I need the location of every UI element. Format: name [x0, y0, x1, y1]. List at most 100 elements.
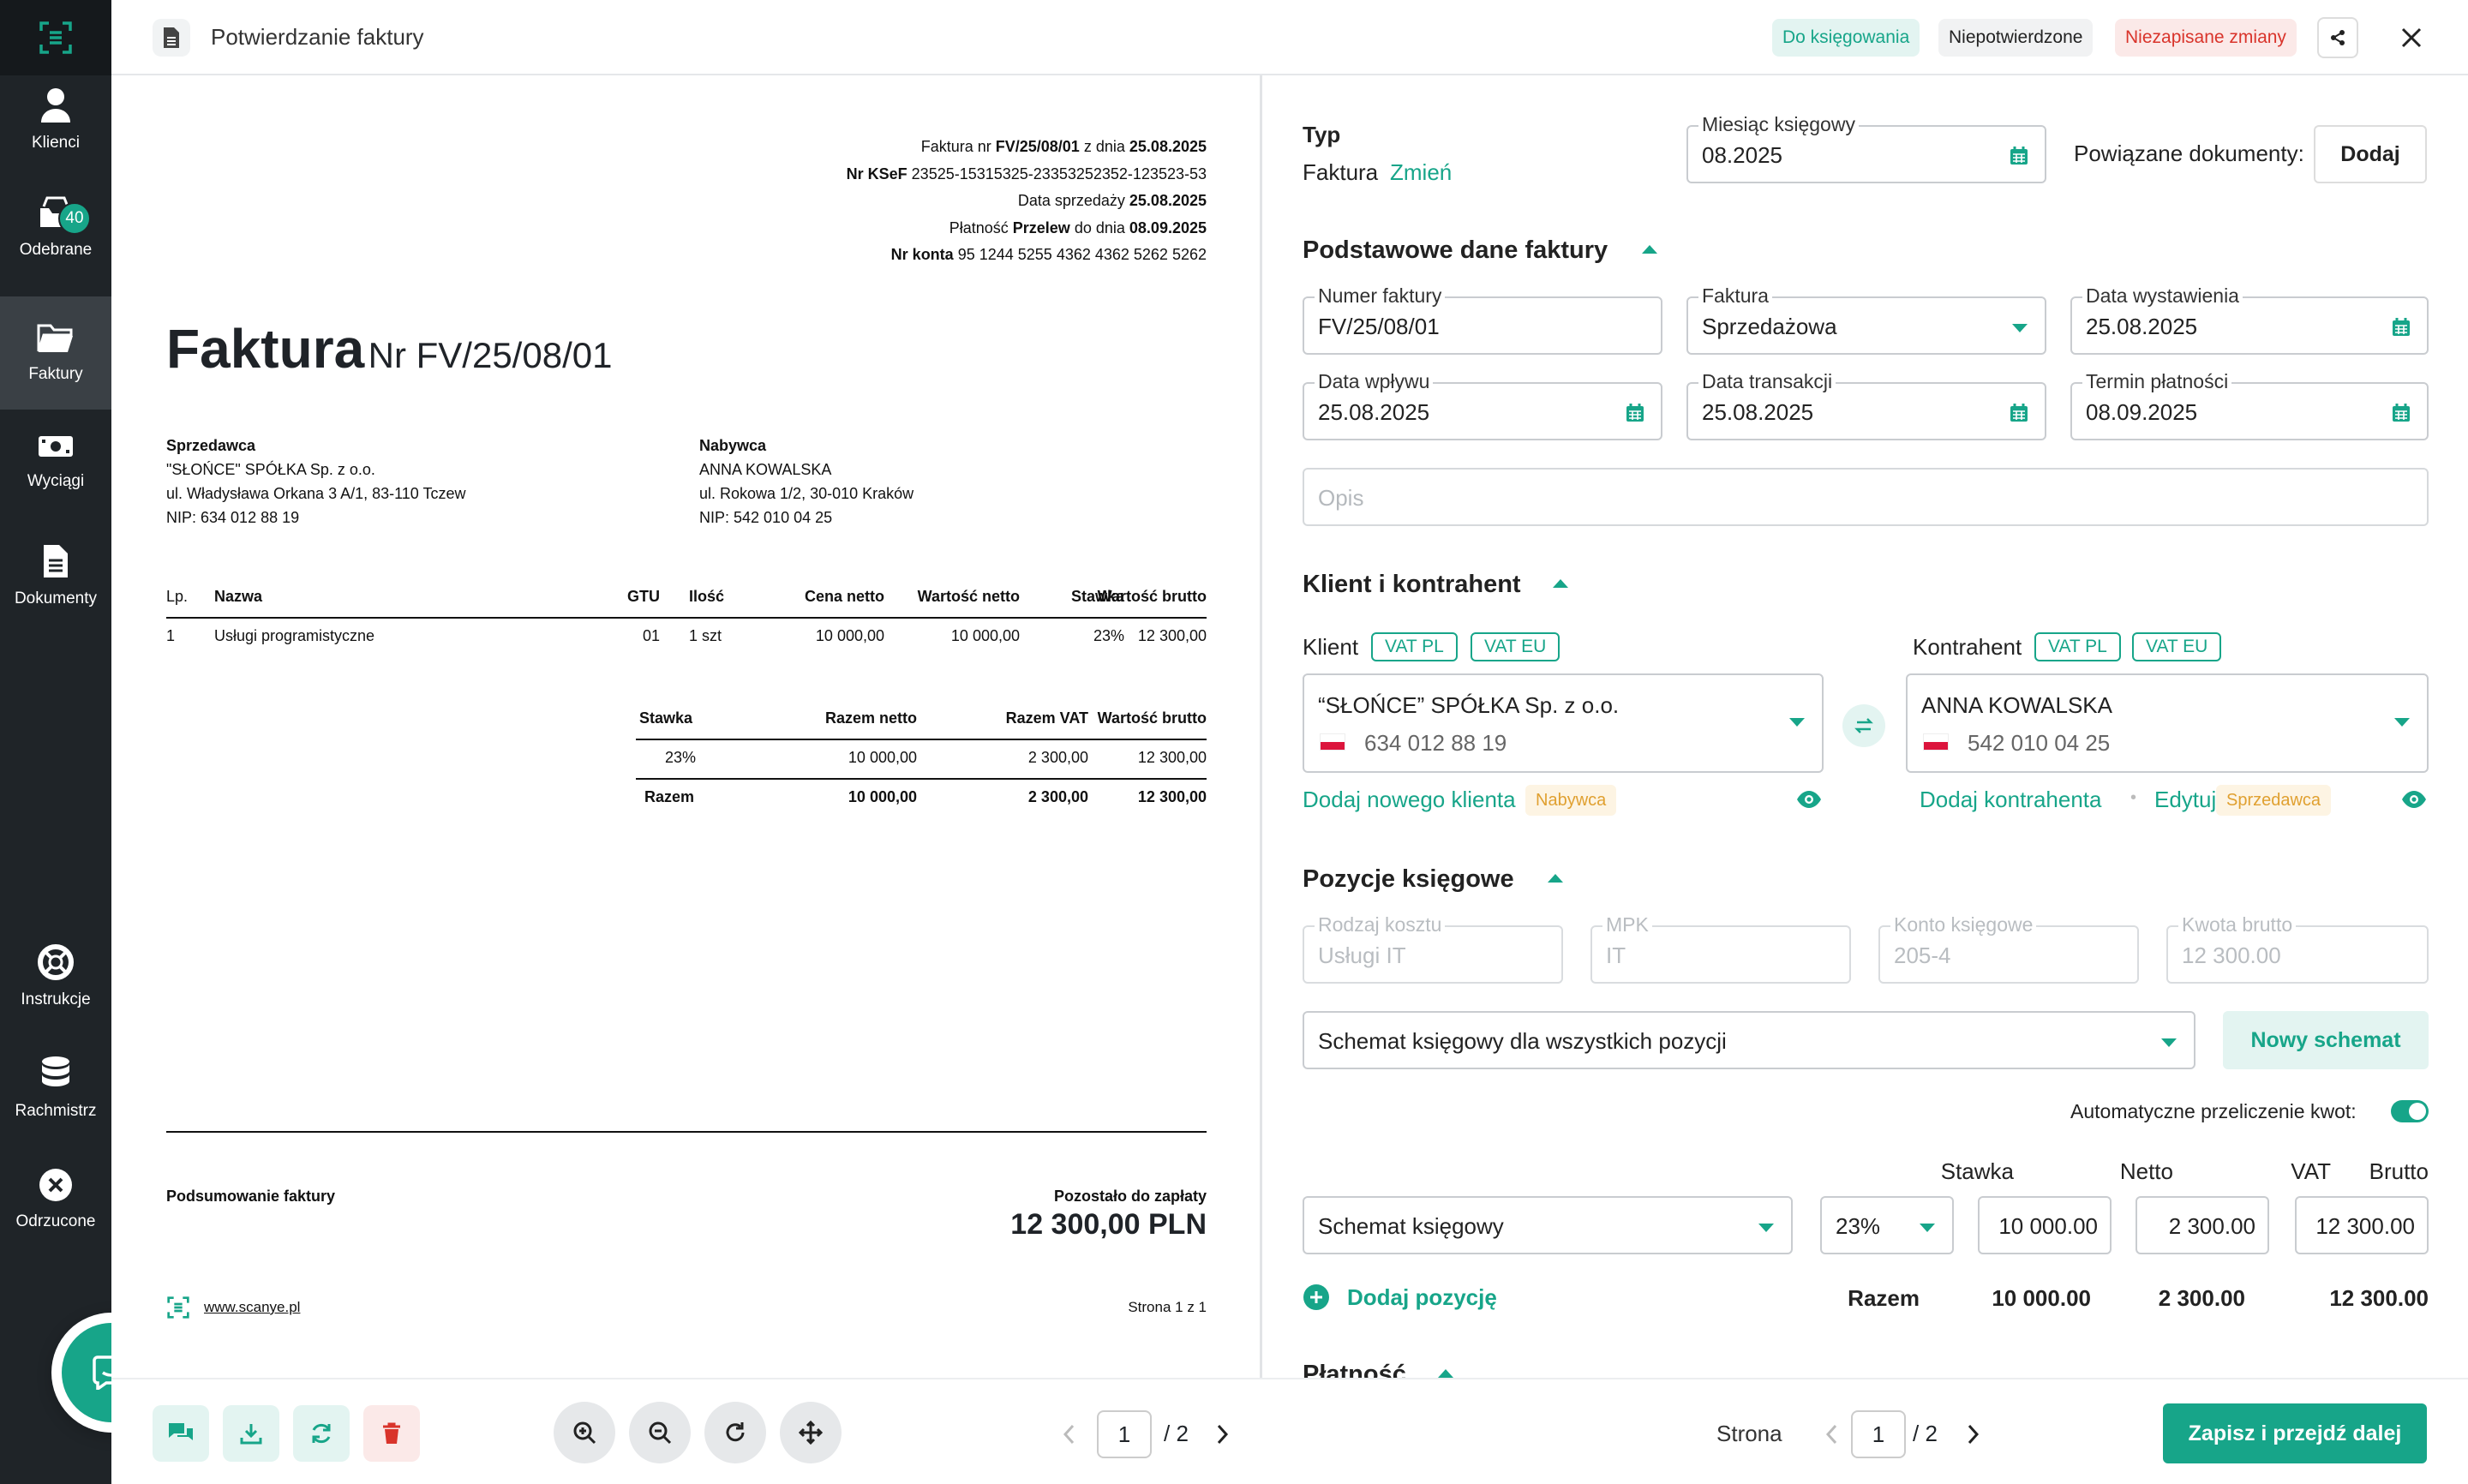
- collapse-icon[interactable]: [1438, 1369, 1453, 1378]
- sidebar-item-label: Dokumenty: [14, 589, 98, 607]
- change-type-link[interactable]: Zmień: [1390, 159, 1452, 186]
- sidebar-item-wyciagi[interactable]: Wyciągi: [0, 410, 111, 512]
- pager-label: Strona: [1716, 1421, 1782, 1446]
- auto-recalc-toggle[interactable]: [2391, 1100, 2429, 1122]
- related-docs-label: Powiązane dokumenty:: [2074, 141, 2304, 166]
- total-label: Razem: [1848, 1285, 1920, 1311]
- account-field: Konto księgowe 205-4: [1878, 913, 2139, 984]
- new-schema-button[interactable]: Nowy schemat: [2223, 1011, 2429, 1069]
- client-select[interactable]: “SŁOŃCE” SPÓŁKA Sp. z o.o. 634 012 88 19: [1303, 673, 1824, 773]
- gross-input[interactable]: 12 300.00: [2295, 1196, 2429, 1254]
- chevron-left-icon[interactable]: [1825, 1424, 1837, 1445]
- collapse-icon[interactable]: [1548, 874, 1563, 883]
- issue-date-field[interactable]: Data wystawienia 25.08.2025: [2070, 284, 2429, 355]
- sidebar: Klienci Odebrane 40 Faktury Wyciągi Doku…: [0, 0, 111, 1484]
- zoom-out-icon: [649, 1421, 672, 1445]
- chevron-down-icon: [2161, 1038, 2177, 1047]
- role-badge-sprzedawca: Sprzedawca: [2216, 785, 2332, 816]
- section-title-entries: Pozycje księgowe: [1303, 865, 1514, 893]
- invoice-kind-select[interactable]: Faktura Sprzedażowa: [1686, 284, 2046, 355]
- col-lp: Lp.: [166, 588, 189, 605]
- comments-button[interactable]: [153, 1405, 209, 1462]
- add-client-link[interactable]: Dodaj nowego klienta: [1303, 787, 1516, 813]
- table-cell: 01: [643, 627, 661, 644]
- zoom-in-button[interactable]: [554, 1402, 615, 1463]
- collapse-icon[interactable]: [1642, 245, 1657, 254]
- plus-circle-icon: [1303, 1284, 1329, 1310]
- rotate-button[interactable]: [704, 1402, 766, 1463]
- swap-button[interactable]: [1842, 704, 1885, 747]
- table-cell: 12 300,00: [1137, 627, 1207, 644]
- viewer-page-input[interactable]: 1: [1097, 1410, 1152, 1458]
- form-page-input[interactable]: 1: [1851, 1410, 1906, 1458]
- sidebar-item-rachmistrz[interactable]: Rachmistrz: [0, 1037, 111, 1140]
- vat-input[interactable]: 2 300.00: [2136, 1196, 2269, 1254]
- table-cell: 2 300,00: [1027, 749, 1088, 766]
- document-icon: [44, 545, 68, 577]
- share-button[interactable]: [2317, 17, 2358, 58]
- role-badge-nabywca: Nabywca: [1525, 785, 1617, 816]
- transaction-date-field[interactable]: Data transakcji 25.08.2025: [1686, 370, 2046, 440]
- sidebar-item-label: Rachmistrz: [15, 1102, 97, 1120]
- pan-button[interactable]: [780, 1402, 842, 1463]
- schema-select[interactable]: Schemat księgowy: [1303, 1196, 1793, 1254]
- chevron-down-icon: [1920, 1224, 1935, 1232]
- comments-icon: [169, 1423, 193, 1440]
- add-position-button[interactable]: Dodaj pozycję: [1303, 1284, 1497, 1311]
- invoice-number-field[interactable]: Numer faktury FV/25/08/01: [1303, 284, 1662, 355]
- lifebuoy-icon: [38, 944, 74, 980]
- pane-divider[interactable]: [1260, 75, 1262, 1484]
- sidebar-item-klienci[interactable]: Klienci: [0, 69, 111, 171]
- col-gross: Wartość brutto: [1097, 709, 1207, 727]
- auto-recalc-label: Automatyczne przeliczenie kwot:: [2070, 1100, 2357, 1122]
- schema-all-select[interactable]: Schemat księgowy dla wszystkich pozycji: [1303, 1011, 2195, 1069]
- database-icon: [42, 1056, 69, 1086]
- remaining-amount: 12 300,00 PLN: [1010, 1208, 1207, 1241]
- eye-icon[interactable]: [2401, 790, 2427, 809]
- table-cell: Razem: [644, 788, 695, 805]
- form-page-total: / 2: [1913, 1421, 1938, 1446]
- sidebar-item-label: Klienci: [32, 134, 80, 152]
- table-cell: 2 300,00: [1027, 788, 1088, 805]
- sidebar-item-dokumenty[interactable]: Dokumenty: [0, 524, 111, 627]
- edit-contractor-link[interactable]: Edytuj: [2154, 787, 2216, 813]
- sidebar-item-faktury[interactable]: Faktury: [0, 296, 111, 410]
- website-link[interactable]: www.scanye.pl: [204, 1299, 300, 1316]
- sidebar-item-instrukcje[interactable]: Instrukcje: [0, 925, 111, 1028]
- download-button[interactable]: [223, 1405, 279, 1462]
- refresh-button[interactable]: [293, 1405, 350, 1462]
- save-next-button[interactable]: Zapisz i przejdź dalej: [2163, 1403, 2427, 1463]
- chevron-right-icon[interactable]: [1968, 1424, 1980, 1445]
- calendar-icon: [2010, 404, 2028, 422]
- close-button[interactable]: [2394, 21, 2429, 55]
- net-input[interactable]: 10 000.00: [1978, 1196, 2112, 1254]
- received-date-field[interactable]: Data wpływu 25.08.2025: [1303, 370, 1662, 440]
- collapse-icon[interactable]: [1553, 579, 1568, 588]
- contractor-select[interactable]: ANNA KOWALSKA 542 010 04 25: [1906, 673, 2429, 773]
- vat-pl-chip[interactable]: VAT PL: [2034, 632, 2121, 661]
- poland-flag-icon: [1320, 733, 1345, 751]
- app-logo[interactable]: [0, 0, 111, 75]
- delete-button[interactable]: [363, 1405, 420, 1462]
- table-cell: 12 300,00: [1137, 788, 1207, 805]
- client-label: Klient: [1303, 634, 1359, 660]
- rate-select[interactable]: 23%: [1820, 1196, 1954, 1254]
- sidebar-item-odebrane[interactable]: Odebrane: [0, 177, 111, 279]
- add-contractor-link[interactable]: Dodaj kontrahenta: [1920, 787, 2101, 813]
- vat-eu-chip[interactable]: VAT EU: [1471, 632, 1560, 661]
- close-icon: [2401, 27, 2422, 48]
- zoom-out-button[interactable]: [629, 1402, 691, 1463]
- description-field[interactable]: Opis: [1303, 468, 2429, 526]
- add-related-button[interactable]: Dodaj: [2314, 125, 2427, 183]
- due-date-field[interactable]: Termin płatności 08.09.2025: [2070, 370, 2429, 440]
- download-icon: [240, 1424, 262, 1445]
- vat-pl-chip[interactable]: VAT PL: [1371, 632, 1458, 661]
- chevron-right-icon[interactable]: [1217, 1424, 1229, 1445]
- month-field[interactable]: Miesiąc księgowy 08.2025: [1686, 113, 2046, 183]
- eye-icon[interactable]: [1796, 790, 1822, 809]
- contractor-label: Kontrahent: [1913, 634, 2022, 660]
- sidebar-item-odrzucone[interactable]: Odrzucone: [0, 1148, 111, 1251]
- vat-eu-chip[interactable]: VAT EU: [2132, 632, 2222, 661]
- chevron-left-icon[interactable]: [1063, 1424, 1075, 1445]
- bottom-toolbar: 1 / 2 Strona 1 / 2 Zapisz i przejdź dale…: [111, 1378, 2468, 1484]
